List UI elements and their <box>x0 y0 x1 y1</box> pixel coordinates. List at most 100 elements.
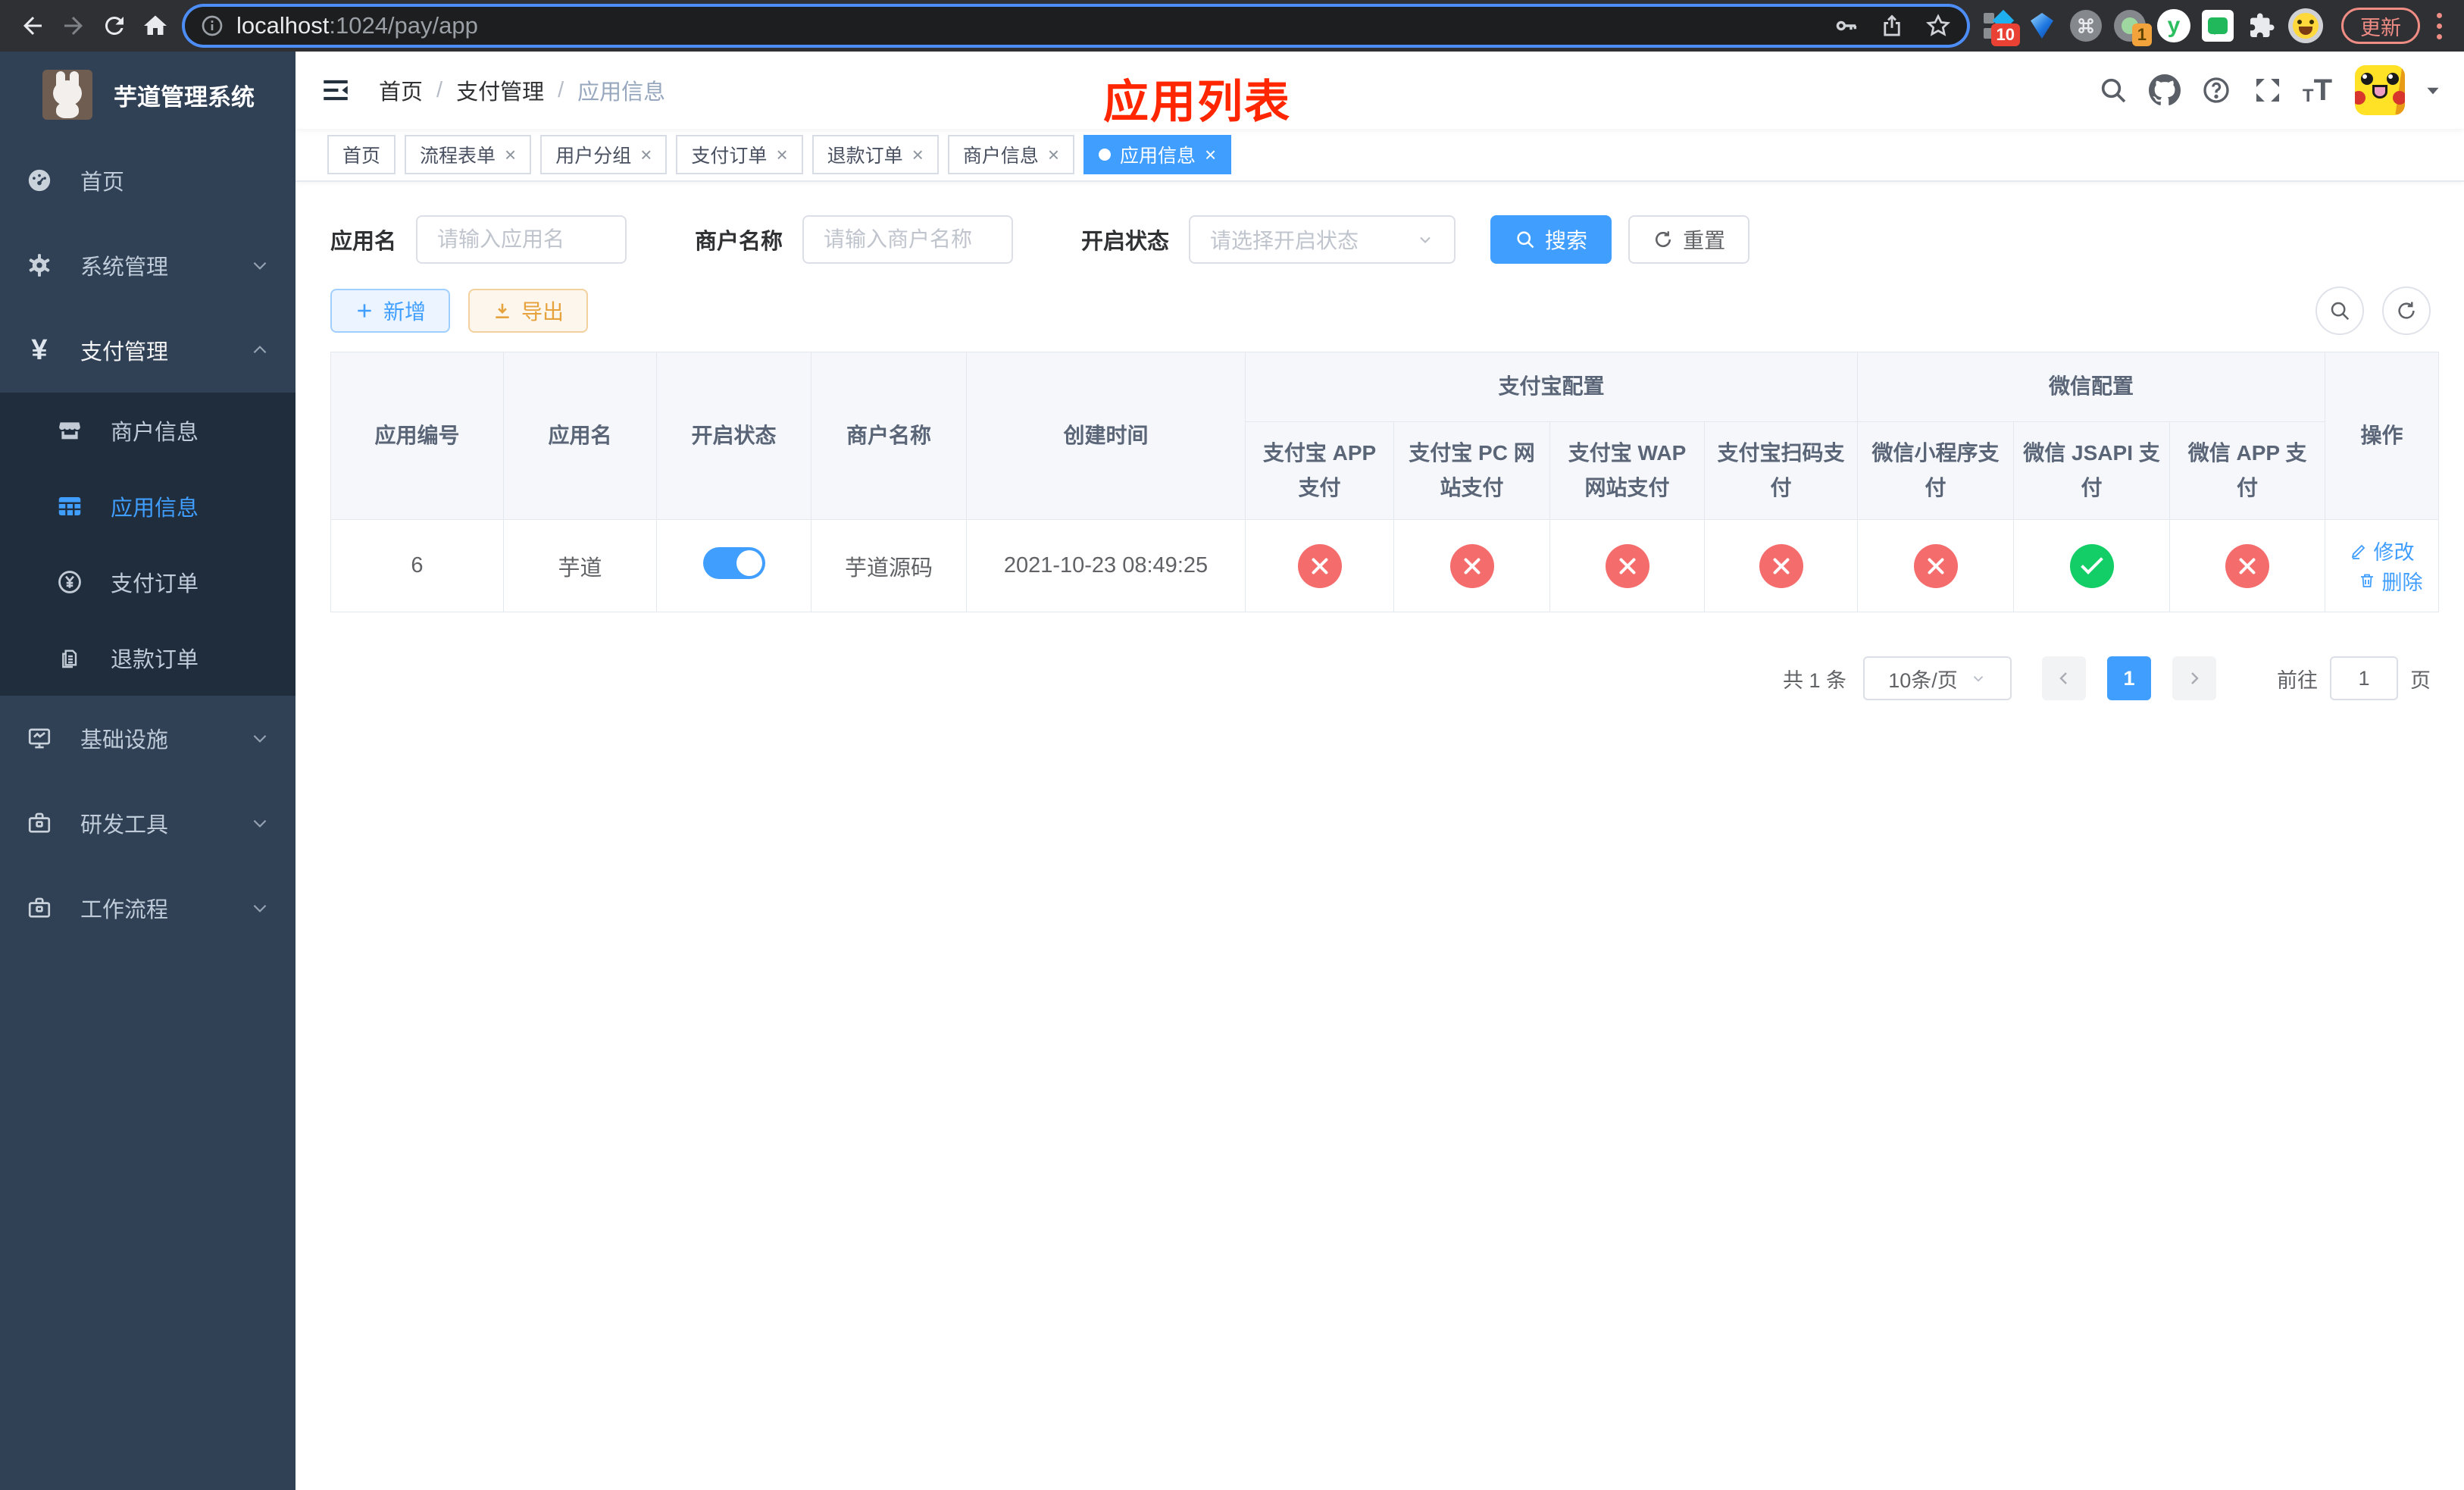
enabled-toggle[interactable] <box>702 546 765 579</box>
sidebar-item-pay-orders[interactable]: 支付订单 <box>0 544 295 620</box>
close-icon[interactable]: × <box>1205 145 1216 164</box>
tab-pay-orders[interactable]: 支付订单 × <box>676 135 803 174</box>
tab-merchant-info[interactable]: 商户信息 × <box>947 135 1075 174</box>
browser-home-button[interactable] <box>135 5 176 46</box>
chat-extension-icon[interactable] <box>2200 8 2235 43</box>
table-row: 6 芋道 芋道源码 2021-10-23 08:49:25 修改 删除 <box>330 519 2440 613</box>
merchant-name-label: 商户名称 <box>695 230 783 254</box>
app-table: 应用编号 应用名 开启状态 商户名称 创建时间 支付宝配置 微信配置 操作 支付… <box>330 351 2440 613</box>
caret-down-icon[interactable] <box>2423 80 2443 100</box>
toggle-search-button[interactable] <box>2315 286 2364 335</box>
sidebar-item-app-info[interactable]: 应用信息 <box>0 468 295 544</box>
tab-user-group[interactable]: 用户分组 × <box>540 135 668 174</box>
browser-chrome: localhost:1024/pay/app 10 1 y 更新 <box>0 0 2464 52</box>
cell-created: 2021-10-23 08:49:25 <box>966 519 1246 613</box>
col-header-app-name: 应用名 <box>503 351 657 521</box>
recorder-extension-icon[interactable]: 1 <box>2112 8 2152 46</box>
user-avatar[interactable] <box>2355 65 2405 115</box>
close-icon[interactable]: × <box>640 145 652 164</box>
tab-refund-orders[interactable]: 退款订单 × <box>811 135 939 174</box>
close-icon[interactable]: × <box>912 145 924 164</box>
tab-process-form[interactable]: 流程表单 × <box>405 135 532 174</box>
reset-button[interactable]: 重置 <box>1628 215 1750 264</box>
password-key-icon[interactable] <box>1834 13 1859 39</box>
github-icon[interactable] <box>2148 74 2181 107</box>
chevron-down-icon <box>250 255 270 275</box>
gear-icon <box>26 252 53 279</box>
tab-home[interactable]: 首页 <box>327 135 396 174</box>
breadcrumb-payment[interactable]: 支付管理 <box>456 74 544 106</box>
prev-page-button[interactable] <box>2042 656 2086 701</box>
extensions-puzzle-icon[interactable] <box>2244 8 2279 43</box>
sidebar-item-infrastructure[interactable]: 基础设施 <box>0 696 295 781</box>
col-header-alipay-qr: 支付宝扫码支付 <box>1703 421 1859 521</box>
search-icon[interactable] <box>2097 74 2130 107</box>
browser-reload-button[interactable] <box>94 5 135 46</box>
address-bar[interactable]: localhost:1024/pay/app <box>185 7 1967 45</box>
col-header-operations: 操作 <box>2325 351 2440 521</box>
y-logo-extension-icon[interactable]: y <box>2156 8 2191 43</box>
top-navbar: 首页 / 支付管理 / 应用信息 应用列表 T T <box>295 52 2464 129</box>
sidebar-collapse-icon[interactable] <box>318 73 353 108</box>
status-select[interactable]: 请选择开启状态 <box>1189 215 1456 264</box>
command-extension-icon[interactable] <box>2068 8 2103 43</box>
document-copy-icon <box>56 644 83 671</box>
extensions-row: 10 1 y <box>1981 8 2323 46</box>
shop-icon <box>56 417 83 444</box>
sidebar-panels-extension-icon[interactable]: 10 <box>1981 8 2020 46</box>
share-icon[interactable] <box>1879 13 1905 39</box>
sidebar-item-payment[interactable]: ¥ 支付管理 <box>0 308 295 393</box>
status-wechat-mini-icon <box>1913 543 1958 588</box>
gem-extension-icon[interactable] <box>2025 8 2059 43</box>
delete-link[interactable]: 删除 <box>2358 566 2423 596</box>
breadcrumb-home[interactable]: 首页 <box>379 74 423 106</box>
bookmark-star-icon[interactable] <box>1925 12 1952 39</box>
sidebar-item-dev-tools[interactable]: 研发工具 <box>0 781 295 866</box>
sidebar-item-merchant-info[interactable]: 商户信息 <box>0 393 295 468</box>
chrome-update-button[interactable]: 更新 <box>2341 8 2420 44</box>
sidebar-item-workflow[interactable]: 工作流程 <box>0 866 295 950</box>
status-alipay-wap-icon <box>1605 543 1649 588</box>
cell-app-id: 6 <box>330 519 504 613</box>
tab-app-info-active[interactable]: 应用信息 × <box>1083 135 1232 174</box>
chevron-down-icon <box>250 898 270 918</box>
search-button[interactable]: 搜索 <box>1490 215 1612 264</box>
app-logo-row[interactable]: 芋道管理系统 <box>0 52 295 138</box>
add-button[interactable]: 新增 <box>330 289 451 333</box>
chevron-down-icon <box>250 813 270 833</box>
filter-form: 应用名 商户名称 开启状态 请选择开启状态 搜索 重置 <box>330 215 2431 264</box>
sidebar-item-system[interactable]: 系统管理 <box>0 223 295 308</box>
sidebar-item-refund-orders[interactable]: 退款订单 <box>0 620 295 696</box>
page-content: 应用名 商户名称 开启状态 请选择开启状态 搜索 重置 <box>295 182 2464 1490</box>
page-unit-label: 页 <box>2410 668 2431 692</box>
col-header-alipay-pc: 支付宝 PC 网站支付 <box>1393 421 1550 521</box>
current-page-button[interactable]: 1 <box>2107 656 2151 701</box>
fullscreen-icon[interactable] <box>2251 74 2284 107</box>
sidebar-item-home[interactable]: 首页 <box>0 138 295 223</box>
col-header-alipay-app: 支付宝 APP 支付 <box>1245 421 1394 521</box>
site-info-icon[interactable] <box>200 14 224 38</box>
extension-badge: 10 <box>1990 23 2020 46</box>
goto-label: 前往 <box>2277 668 2318 692</box>
app-name-input[interactable] <box>416 215 627 264</box>
emoji-profile-icon[interactable] <box>2288 8 2323 43</box>
next-page-button[interactable] <box>2172 656 2216 701</box>
export-button[interactable]: 导出 <box>468 289 589 333</box>
font-size-icon[interactable]: TT <box>2303 75 2332 105</box>
edit-link[interactable]: 修改 <box>2350 536 2415 565</box>
pagination: 共 1 条 10条/页 1 前往 页 <box>330 656 2431 701</box>
close-icon[interactable]: × <box>776 145 787 164</box>
refresh-button[interactable] <box>2382 286 2431 335</box>
browser-menu-icon[interactable] <box>2426 8 2452 44</box>
url-text[interactable]: localhost:1024/pay/app <box>236 12 1834 39</box>
help-icon[interactable] <box>2200 74 2233 107</box>
active-dot <box>1099 149 1112 161</box>
browser-back-button[interactable] <box>12 5 53 46</box>
page-size-select[interactable]: 10条/页 <box>1863 656 2012 701</box>
goto-page-input[interactable] <box>2330 656 2398 701</box>
col-header-app-id: 应用编号 <box>330 351 504 521</box>
close-icon[interactable]: × <box>1048 145 1059 164</box>
close-icon[interactable]: × <box>505 145 516 164</box>
browser-forward-button[interactable] <box>53 5 94 46</box>
merchant-name-input[interactable] <box>802 215 1014 264</box>
